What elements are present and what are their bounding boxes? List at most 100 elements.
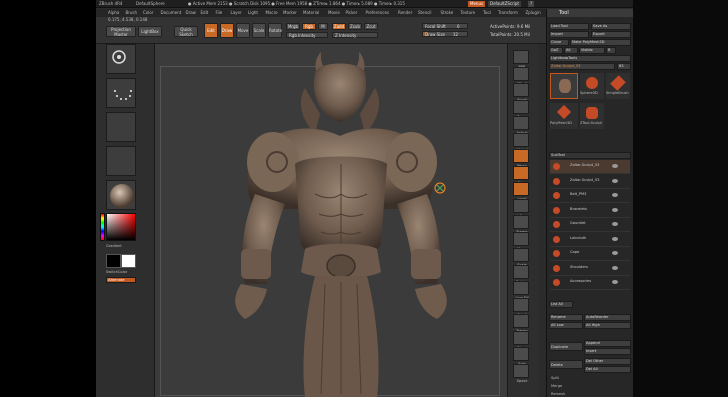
shelf-bpr-button[interactable]: BPR [513, 50, 529, 69]
shelf-floor-button[interactable]: Floor [513, 165, 529, 185]
switch-color-button[interactable]: SwitchColor [106, 270, 127, 274]
shelf-frame-button[interactable]: Frame [513, 215, 529, 234]
all-low-button[interactable]: All Low [549, 322, 583, 329]
shelf-move-button[interactable]: Move [513, 231, 529, 251]
zadd-button[interactable]: Zadd [332, 23, 346, 30]
load-tool-button[interactable]: Load Tool [549, 23, 589, 30]
focal-shift-slider[interactable]: Focal Shift 0 [422, 23, 468, 29]
edit-button[interactable]: Edit [204, 23, 218, 38]
shelf-transp-button[interactable]: Transp [513, 314, 529, 333]
subtool-row[interactable]: Accessories [550, 276, 630, 290]
shelf-aahalf-button[interactable]: AAHalf [513, 132, 529, 152]
shelf-spix-3-button[interactable]: SPix 3 [513, 66, 529, 86]
tool-thumb-zoltar[interactable] [550, 73, 578, 99]
default-zscript-button[interactable]: DefaultZScript [488, 1, 521, 7]
draw-button[interactable]: Draw [220, 23, 234, 38]
scale-button[interactable]: Scale [252, 23, 266, 38]
mrgb-button[interactable]: Mrgb [286, 23, 300, 30]
split-section[interactable]: Split [551, 376, 559, 380]
hue-strip[interactable] [100, 213, 105, 241]
remesh-section[interactable]: Remesh [551, 392, 565, 396]
eye-icon[interactable] [612, 236, 618, 241]
menu-texture[interactable]: Texture [461, 10, 476, 15]
move-button[interactable]: Move [236, 23, 250, 38]
gradient-label[interactable]: Gradient [106, 244, 122, 248]
del-other-button[interactable]: Del Other [584, 358, 631, 365]
lightbox-button[interactable]: LightBox [138, 26, 162, 37]
shelf-scroll-button[interactable]: Scroll [513, 83, 529, 102]
all-button[interactable]: All [564, 47, 578, 54]
alternate-button[interactable]: Alternate [106, 277, 136, 283]
zsub-button[interactable]: Zsub [348, 23, 362, 30]
texture-thumbnail[interactable] [106, 146, 136, 176]
menu-marker[interactable]: Marker [283, 10, 297, 15]
menu-stencil[interactable]: Stencil [418, 10, 432, 15]
shelf-scale-button[interactable]: Scale [513, 248, 529, 267]
projection-master-button[interactable]: Projection Master [106, 26, 136, 37]
stroke-thumbnail[interactable] [106, 78, 136, 108]
subtool-row[interactable]: Zoltar-Sculpt_53 [550, 175, 630, 189]
insert-button[interactable]: Insert [584, 348, 631, 355]
menu-material[interactable]: Material [303, 10, 319, 15]
list-all-button[interactable]: List All [549, 301, 573, 308]
visible-button[interactable]: Visible [579, 47, 605, 54]
quick-sketch-button[interactable]: Quick Sketch [174, 26, 198, 37]
shelf-actual-button[interactable]: Actual [513, 116, 529, 135]
delete-button[interactable]: Delete [549, 360, 583, 369]
menu-document[interactable]: Document [161, 10, 182, 15]
menu-tool[interactable]: Tool [483, 10, 491, 15]
subtool-row[interactable]: Shoulders [550, 262, 630, 276]
brush-thumbnail[interactable] [106, 44, 136, 74]
tool-thumb-simplebrush[interactable]: SimpleBrush [606, 73, 630, 99]
append-button[interactable]: Append [584, 340, 631, 347]
merge-section[interactable]: Merge [551, 384, 562, 388]
tool-thumb-ztool[interactable]: ZTool-Sculpt [580, 103, 604, 129]
primary-color-swatch[interactable] [106, 254, 121, 268]
menu-macro[interactable]: Macro [266, 10, 278, 15]
eye-icon[interactable] [612, 265, 618, 270]
eye-icon[interactable] [612, 178, 618, 183]
draw-size-slider[interactable]: Draw Size 12 [422, 31, 468, 37]
z-intensity-slider[interactable]: Z Intensity [332, 32, 378, 38]
eye-icon[interactable] [612, 164, 618, 168]
eye-icon[interactable] [612, 280, 618, 284]
tool-thumb-polymesh3d[interactable]: PolyMesh3D [550, 103, 578, 129]
current-tool-name[interactable]: Zoltar-Sculpt_53 [549, 63, 615, 70]
shelf-persp-button[interactable]: Persp [513, 149, 529, 168]
subtool-row[interactable]: Cape [550, 247, 630, 261]
rename-button[interactable]: Rename [549, 314, 583, 321]
auto-reorder-button[interactable]: AutoReorder [584, 314, 631, 321]
subtool-row[interactable]: Bracelets [550, 204, 630, 218]
menu-alpha[interactable]: Alpha [108, 10, 119, 15]
clone-button[interactable]: Clone [549, 39, 569, 46]
subtool-row[interactable]: Loincloth [550, 233, 630, 247]
shelf-rotate-button[interactable]: Rotate [513, 264, 529, 284]
menu-movie[interactable]: Movie [328, 10, 340, 15]
menu-layer[interactable]: Layer [231, 10, 242, 15]
menu-light[interactable]: Light [248, 10, 258, 15]
save-as-button[interactable]: Save As [591, 23, 631, 30]
menu-edit[interactable]: Edit [201, 10, 209, 15]
shelf-ghost-button[interactable]: Ghost [513, 330, 529, 350]
menu-transform[interactable]: Transform [498, 10, 518, 15]
subtool-row[interactable]: Gauntlet [550, 218, 630, 232]
menu-stroke[interactable]: Stroke [441, 10, 454, 15]
eye-icon[interactable] [612, 251, 618, 255]
rotate-button[interactable]: Rotate [268, 23, 282, 38]
menus-button[interactable]: Menus [468, 1, 486, 7]
lightbox-tools-button[interactable]: Lightbox▸Tools [549, 55, 631, 62]
menu-draw[interactable]: Draw [186, 10, 196, 15]
del-all-button[interactable]: Del All [584, 366, 631, 373]
shelf-local-button[interactable]: Local [513, 182, 529, 201]
shelf-solo-button[interactable]: Solo [513, 347, 529, 366]
shelf-l-sym-button[interactable]: L.Sym [513, 198, 529, 218]
menu-render[interactable]: Render [398, 10, 412, 15]
alpha-thumbnail[interactable] [106, 112, 136, 142]
shelf-polyf-button[interactable]: PolyF [513, 297, 529, 317]
rgb-intensity-slider[interactable]: Rgb Intensity [286, 32, 328, 38]
menu-zplugin[interactable]: Zplugin [526, 10, 541, 15]
import-button[interactable]: Import [549, 31, 589, 38]
material-thumbnail[interactable] [106, 180, 136, 210]
zcut-button[interactable]: Zcut [364, 23, 378, 30]
eye-icon[interactable] [612, 193, 618, 197]
